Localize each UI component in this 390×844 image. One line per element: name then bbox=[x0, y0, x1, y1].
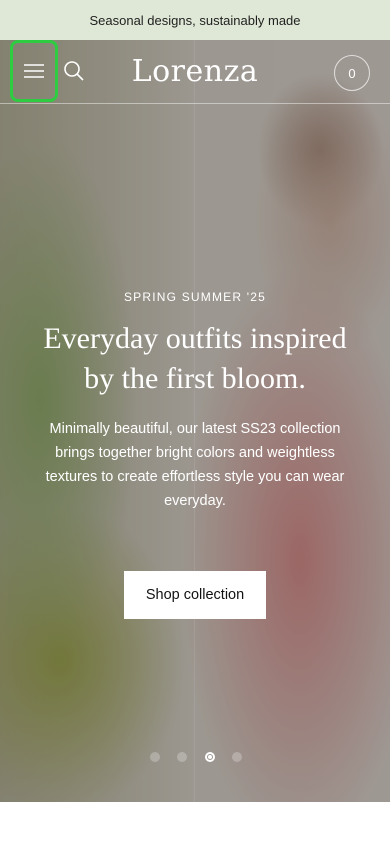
cart-button[interactable]: 0 bbox=[334, 55, 370, 91]
hero-description: Minimally beautiful, our latest SS23 col… bbox=[45, 421, 345, 509]
slide-dot-1[interactable] bbox=[150, 752, 160, 762]
search-icon bbox=[64, 61, 84, 81]
announcement-text: Seasonal designs, sustainably made bbox=[89, 12, 301, 28]
slideshow-dots bbox=[150, 751, 242, 763]
cart-count: 0 bbox=[348, 65, 356, 81]
hero-content: SPRING SUMMER '25 Everyday outfits inspi… bbox=[30, 289, 360, 513]
site-logo[interactable]: Lorenza bbox=[95, 50, 295, 94]
hero-headline: Everyday outfits inspired by the first b… bbox=[43, 322, 347, 395]
site-header: Lorenza 0 bbox=[0, 40, 390, 104]
menu-button[interactable] bbox=[10, 40, 58, 102]
slide-dot-3-active[interactable] bbox=[204, 752, 215, 762]
slide-dot-4[interactable] bbox=[231, 752, 242, 762]
hamburger-menu-icon bbox=[24, 64, 44, 78]
search-button[interactable] bbox=[61, 58, 87, 84]
slide-dot-2[interactable] bbox=[177, 752, 188, 762]
hero-eyebrow: SPRING SUMMER '25 bbox=[123, 290, 267, 304]
shop-collection-button[interactable]: Shop collection bbox=[124, 571, 266, 619]
announcement-bar: Seasonal designs, sustainably made bbox=[0, 0, 390, 40]
